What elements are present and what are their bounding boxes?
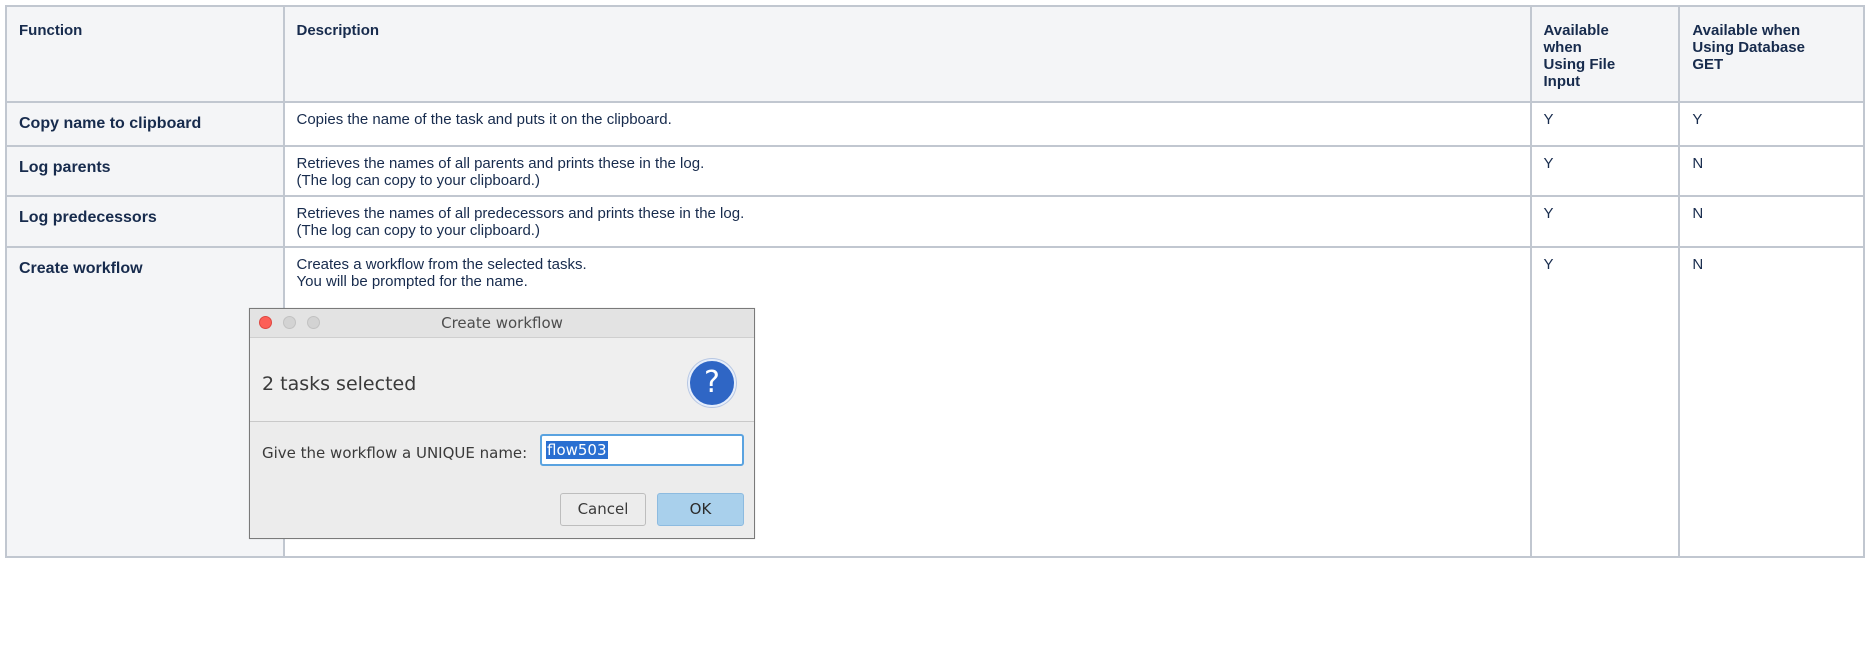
dialog-message: 2 tasks selected (262, 373, 417, 395)
workflow-name-label: Give the workflow a UNIQUE name: (262, 444, 528, 462)
header-description: Description (282, 5, 1532, 103)
dialog-title: Create workflow (441, 314, 563, 332)
database-get-cell: N (1678, 145, 1865, 197)
create-workflow-dialog-screenshot: Create workflow 2 tasks selected ? Give … (249, 308, 755, 539)
table-row: Log parents Retrieves the names of all p… (5, 145, 1865, 197)
function-cell: Create workflow (5, 246, 285, 558)
description-cell: Copies the name of the task and puts it … (282, 101, 1532, 147)
file-input-cell: Y (1529, 145, 1681, 197)
file-input-cell: Y (1529, 101, 1681, 147)
description-cell: Retrieves the names of all predecessors … (282, 195, 1532, 248)
function-cell: Log parents (5, 145, 285, 197)
selected-text: flow503 (546, 441, 608, 459)
workflow-name-input[interactable]: flow503 (540, 434, 744, 466)
file-input-cell: Y (1529, 246, 1681, 558)
header-function: Function (5, 5, 285, 103)
function-cell: Log predecessors (5, 195, 285, 248)
dialog-header: 2 tasks selected ? (250, 338, 754, 422)
database-get-cell: Y (1678, 101, 1865, 147)
ok-button[interactable]: OK (657, 493, 744, 526)
description-cell: Retrieves the names of all parents and p… (282, 145, 1532, 197)
table-row: Log predecessors Retrieves the names of … (5, 195, 1865, 248)
page: Function Description Available when Usin… (0, 0, 1865, 648)
question-icon: ? (688, 359, 736, 407)
header-file-input: Available when Using File Input (1529, 5, 1681, 103)
function-cell: Copy name to clipboard (5, 101, 285, 147)
header-database-get: Available when Using Database GET (1678, 5, 1865, 103)
database-get-cell: N (1678, 195, 1865, 248)
table-row: Copy name to clipboard Copies the name o… (5, 101, 1865, 147)
cancel-button[interactable]: Cancel (560, 493, 646, 526)
file-input-cell: Y (1529, 195, 1681, 248)
dialog-titlebar: Create workflow (250, 309, 754, 338)
database-get-cell: N (1678, 246, 1865, 558)
table-header-row: Function Description Available when Usin… (5, 5, 1865, 103)
